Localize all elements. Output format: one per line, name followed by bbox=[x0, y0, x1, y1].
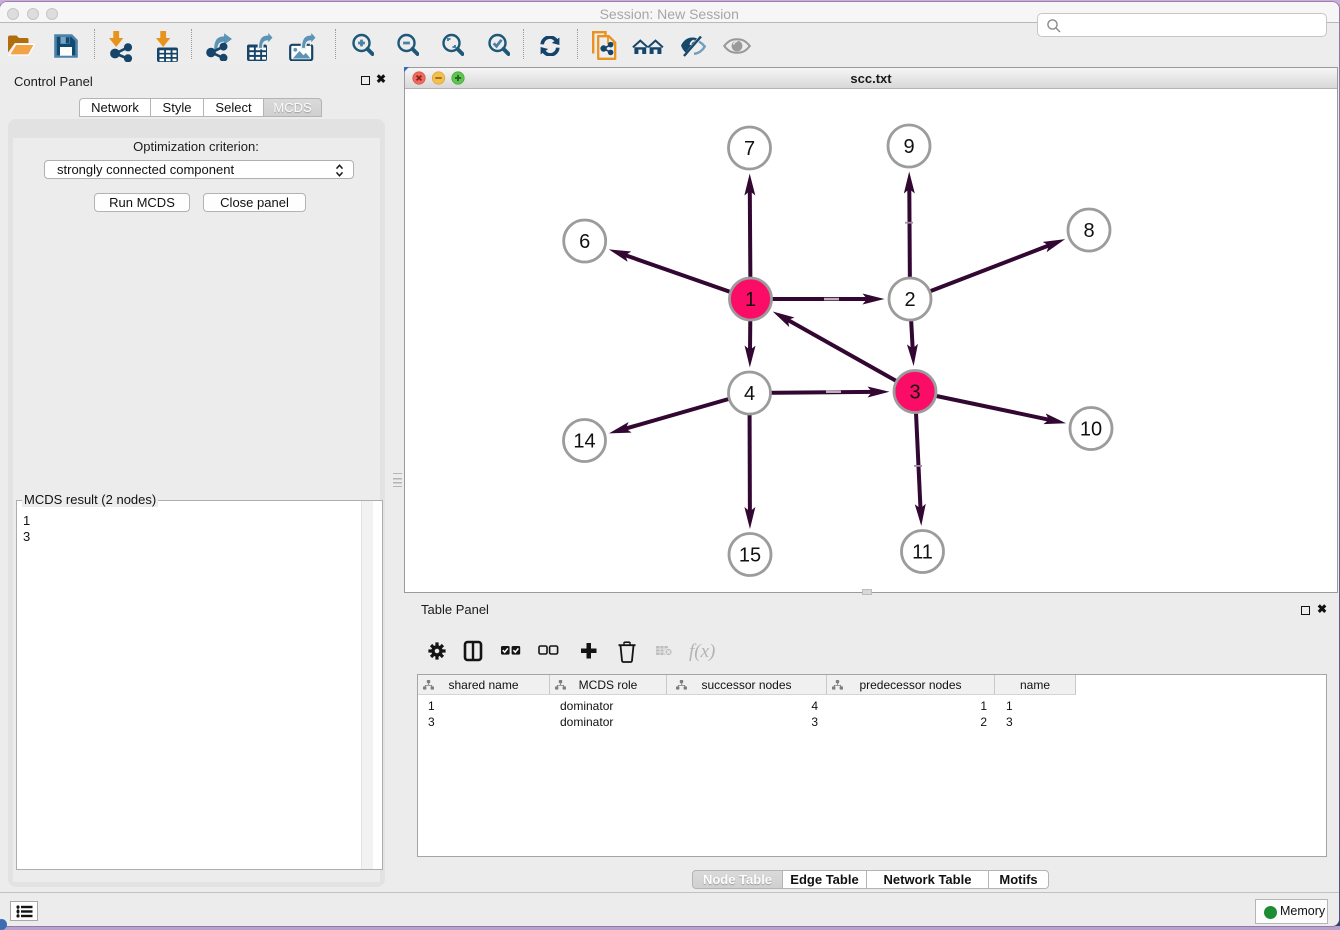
svg-text:1: 1 bbox=[745, 289, 756, 311]
svg-text:10: 10 bbox=[1080, 419, 1102, 441]
svg-text:9: 9 bbox=[903, 136, 914, 158]
svg-text:2: 2 bbox=[904, 289, 915, 311]
svg-text:8: 8 bbox=[1083, 220, 1094, 242]
svg-text:11: 11 bbox=[912, 542, 933, 564]
svg-text:f(x): f(x) bbox=[689, 641, 715, 662]
svg-text:7: 7 bbox=[744, 138, 755, 160]
svg-text:14: 14 bbox=[573, 431, 595, 453]
svg-text:3: 3 bbox=[909, 382, 920, 404]
svg-text:4: 4 bbox=[744, 383, 755, 405]
svg-text:6: 6 bbox=[579, 231, 590, 253]
svg-text:15: 15 bbox=[739, 545, 761, 567]
